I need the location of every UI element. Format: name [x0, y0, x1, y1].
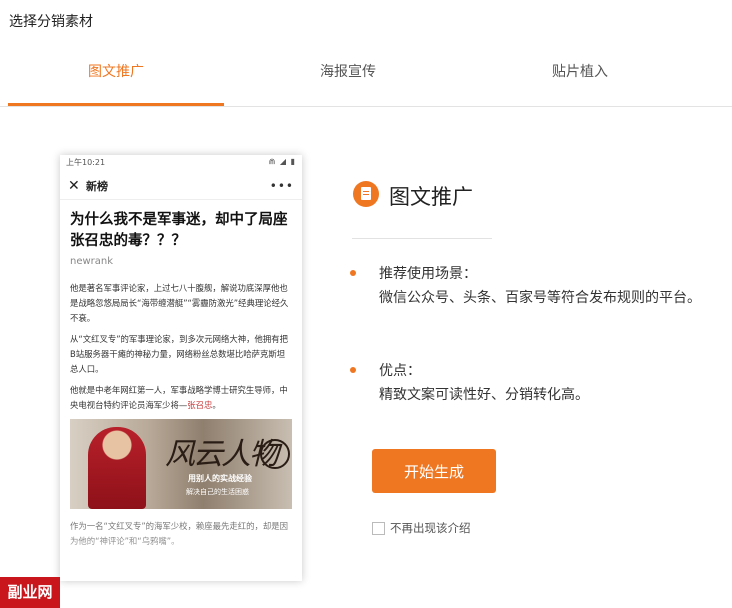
promo-type-title: 图文推广 [389, 185, 473, 209]
dont-show-again-checkbox[interactable] [372, 521, 385, 535]
image-caption: 解决自己的生活困惑 [186, 488, 249, 496]
more-icon: ••• [269, 179, 294, 193]
dont-show-again-label: 不再出现该介绍 [390, 521, 471, 535]
preview-nav-title: 新榜 [86, 180, 108, 193]
material-tabs: 图文推广 海报宣传 贴片植入 [0, 56, 732, 107]
feature-value: 精致文案可读性好、分销转化高。 [379, 387, 589, 403]
tab-poster[interactable]: 海报宣传 [240, 56, 456, 92]
article-paragraph: 从“文红叉专”的军事理论家，到多次元网络大神，他拥有把B站服务器干瘫的神秘力量，… [70, 334, 289, 374]
article-preview-phone: 上午10:21 ⋒ ◢ ▮ ✕ 新榜 ••• 为什么我不是军事迷，却中了局座张召… [60, 155, 302, 581]
bottom-fade [60, 531, 302, 581]
preview-navbar: ✕ 新榜 ••• [60, 173, 302, 200]
status-time: 上午10:21 [66, 158, 106, 167]
article-title: 为什么我不是军事迷，却中了局座张召忠的毒？？？ [70, 212, 288, 249]
dont-show-again-row[interactable]: 不再出现该介绍 [372, 520, 471, 536]
close-icon: ✕ [68, 178, 80, 194]
tab-image-text[interactable]: 图文推广 [8, 56, 224, 92]
active-tab-indicator [8, 103, 224, 106]
divider [352, 238, 492, 239]
article-paragraph: 他是著名军事评论家，上过七八十腹舰，解说功底深厚他也是战略忽悠局局长“海带缠潜艇… [70, 283, 289, 323]
article-author: newrank [70, 256, 114, 267]
phone-status-bar: 上午10:21 ⋒ ◢ ▮ [60, 155, 302, 173]
feature-value: 微信公众号、头条、百家号等符合发布规则的平台。 [379, 290, 701, 306]
image-caption: 用别人的实战经验 [188, 474, 252, 483]
seal-icon [260, 439, 290, 469]
article-image: 风云人物 用别人的实战经验 解决自己的生活困惑 [70, 419, 292, 509]
paragraph-text: 。 [212, 400, 221, 410]
document-icon [353, 181, 379, 207]
start-generate-button[interactable]: 开始生成 [372, 449, 496, 493]
tab-embed[interactable]: 贴片植入 [472, 56, 688, 92]
signal-battery-icon: ⋒ ◢ ▮ [268, 157, 296, 166]
article-paragraph: 他就是中老年网红第一人，军事战略学博士研究生导师，中央电视台特约评论员海军少将—… [70, 383, 292, 413]
bullet-icon [350, 367, 356, 373]
highlighted-name: 张召忠 [187, 400, 213, 410]
feature-label: 优点： [379, 363, 421, 379]
page-title: 选择分销素材 [9, 14, 93, 30]
feature-label: 推荐使用场景： [379, 266, 477, 282]
bullet-icon [350, 270, 356, 276]
paragraph-text: 他就是中老年网红第一人，军事战略学博士研究生导师，中央电视台特约评论员海军少将— [70, 385, 288, 410]
site-watermark: 副业网 [0, 577, 60, 608]
portrait-figure [88, 427, 146, 509]
